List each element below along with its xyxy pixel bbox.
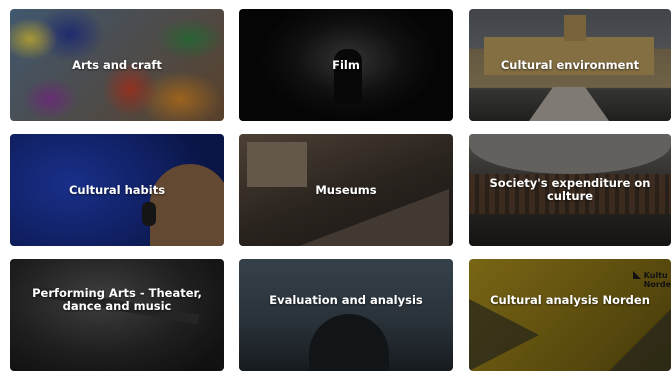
tile-label: Cultural habits — [68, 182, 166, 197]
tile-overlay — [239, 259, 453, 371]
category-grid: Arts and craft Film Cultural environment… — [0, 0, 671, 371]
tile-cultural-analysis-norden[interactable]: Kultu Norde Cultural analysis Norden — [469, 259, 671, 371]
tile-label: Cultural environment — [500, 57, 640, 72]
tile-performing-arts[interactable]: Performing Arts - Theater, dance and mus… — [10, 259, 224, 371]
tile-societys-expenditure[interactable]: Society's expenditure on culture — [469, 134, 671, 246]
tile-label: Performing Arts - Theater, dance and mus… — [32, 286, 202, 313]
tile-cultural-environment[interactable]: Cultural environment — [469, 9, 671, 121]
tile-label: Evaluation and analysis — [269, 292, 423, 307]
tile-label: Museums — [315, 182, 377, 197]
tile-cultural-habits[interactable]: Cultural habits — [10, 134, 224, 246]
tile-label: Society's expenditure on culture — [489, 176, 651, 203]
tile-label: Arts and craft — [72, 57, 162, 72]
tile-label: Cultural analysis Norden — [490, 292, 650, 307]
tile-overlay — [10, 259, 224, 371]
tile-museums[interactable]: Museums — [239, 134, 453, 246]
tile-film[interactable]: Film — [239, 9, 453, 121]
logo-mark-icon — [632, 271, 641, 279]
tile-label: Film — [332, 57, 360, 72]
tile-arts-and-craft[interactable]: Arts and craft — [10, 9, 224, 121]
kultur-norden-logo: Kultu Norde — [632, 271, 671, 289]
tile-evaluation-and-analysis[interactable]: Evaluation and analysis — [239, 259, 453, 371]
